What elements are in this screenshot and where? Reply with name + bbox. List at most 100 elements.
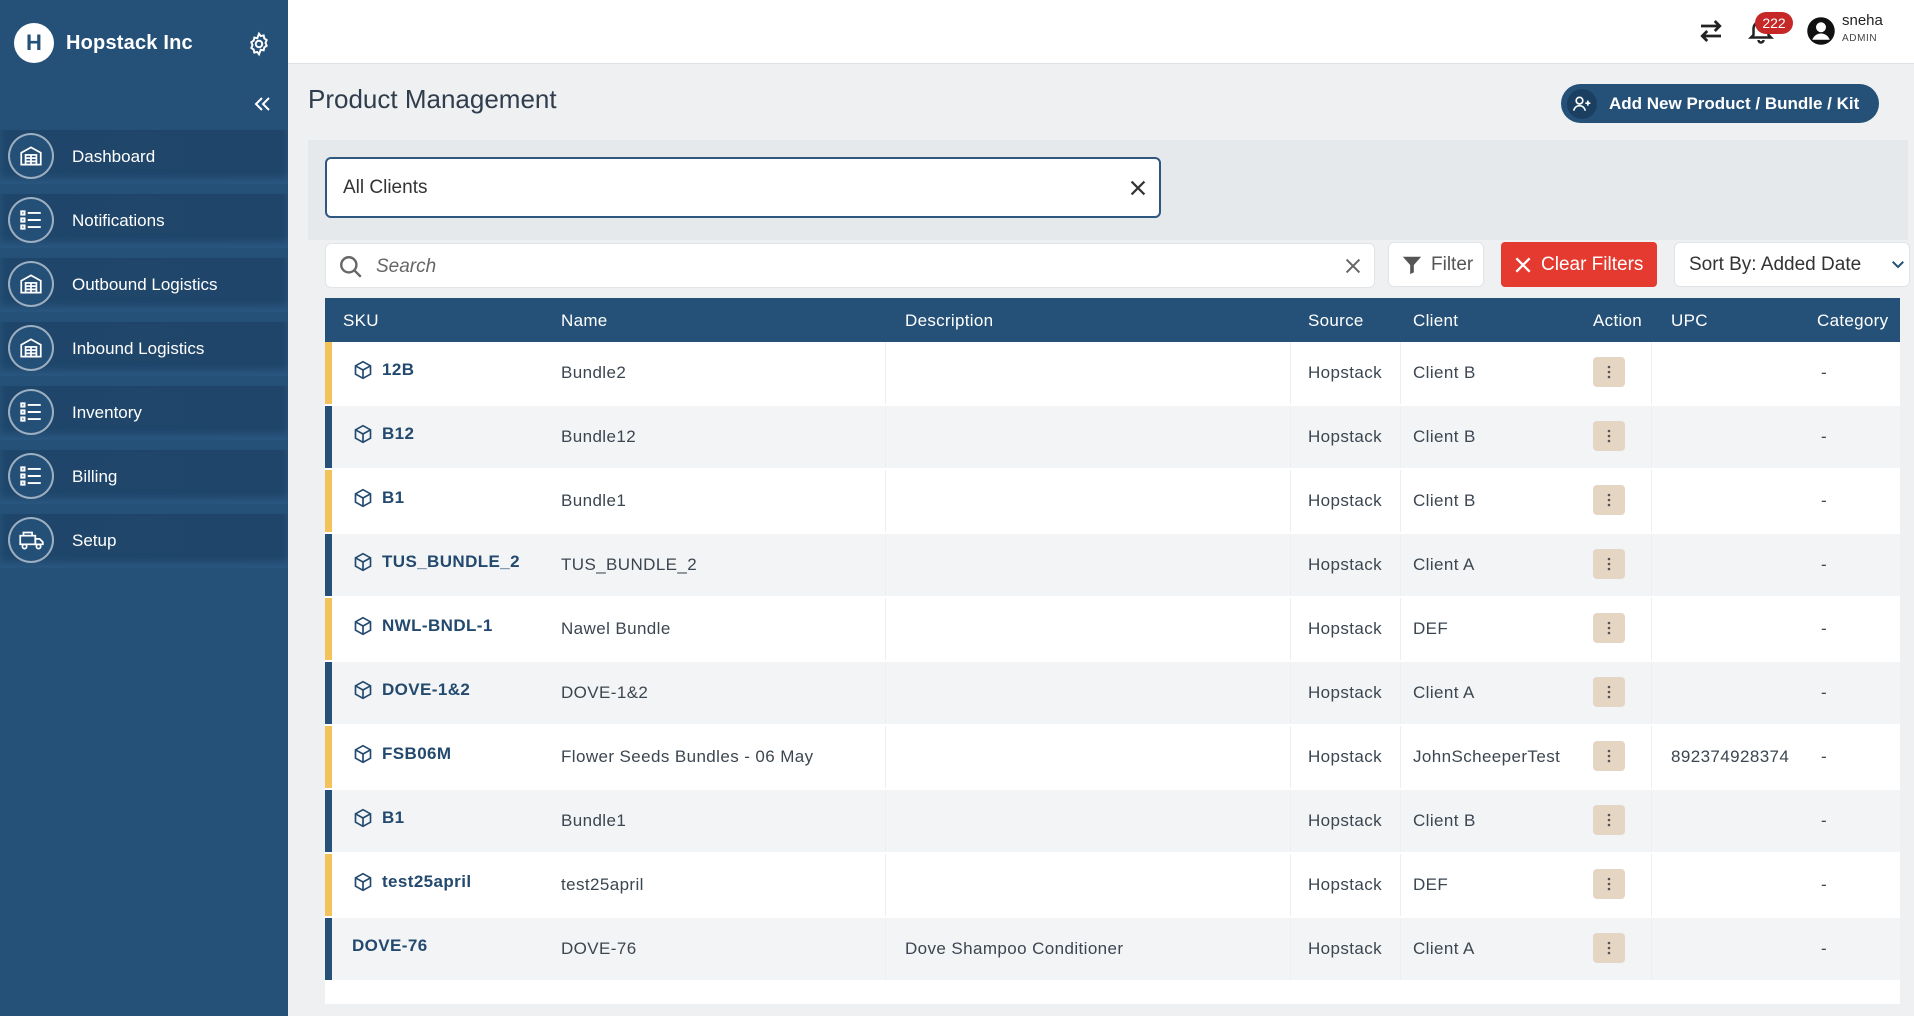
table-row[interactable]: DOVE-1&2 DOVE-1&2 Hopstack Client A -	[325, 662, 1900, 724]
category-cell: -	[1821, 875, 1828, 894]
sku-cell[interactable]: FSB06M	[353, 744, 451, 764]
cube-icon	[354, 552, 372, 572]
sku-text: DOVE-1&2	[382, 680, 471, 699]
table-row[interactable]: B12 Bundle12 Hopstack Client B -	[325, 406, 1900, 468]
column-header-client[interactable]: Client	[1413, 311, 1458, 331]
row-action-button[interactable]	[1593, 357, 1625, 387]
search-input[interactable]	[374, 250, 1278, 284]
truck-icon	[8, 517, 54, 563]
sku-cell[interactable]: DOVE-1&2	[353, 680, 470, 700]
table-row[interactable]: B1 Bundle1 Hopstack Client B -	[325, 470, 1900, 532]
sku-cell[interactable]: NWL-BNDL-1	[353, 616, 493, 636]
more-vertical-icon	[1607, 621, 1611, 635]
sku-cell[interactable]: B1	[353, 808, 405, 828]
row-status-stripe	[325, 342, 332, 404]
category-cell: -	[1821, 619, 1828, 638]
column-divider	[1651, 854, 1652, 916]
sidebar-item-outbound-logistics[interactable]: Outbound Logistics	[0, 258, 288, 312]
gear-icon[interactable]	[246, 31, 272, 57]
product-table: SKU Name Description Source Client Action UPC C…	[325, 298, 1900, 1004]
close-icon[interactable]	[1127, 177, 1149, 199]
column-header-upc[interactable]: UPC	[1671, 311, 1708, 331]
cube-icon	[354, 360, 372, 380]
column-header-description[interactable]: Description	[905, 311, 993, 331]
sidebar-item-billing[interactable]: Billing	[0, 450, 288, 504]
table-row[interactable]: test25april test25april Hopstack DEF -	[325, 854, 1900, 916]
more-vertical-icon	[1607, 365, 1611, 379]
row-action-button[interactable]	[1593, 421, 1625, 451]
column-divider	[1400, 598, 1401, 660]
table-row[interactable]: TUS_BUNDLE_2 TUS_BUNDLE_2 Hopstack Client A…	[325, 534, 1900, 596]
clear-search-icon[interactable]	[1342, 255, 1364, 277]
category-cell: -	[1821, 491, 1828, 510]
sku-cell[interactable]: DOVE-76	[352, 936, 428, 956]
client-select[interactable]: All Clients	[325, 157, 1161, 218]
column-header-action[interactable]: Action	[1593, 311, 1642, 331]
clear-filters-button[interactable]: Clear Filters	[1501, 242, 1657, 287]
add-new-product-label: Add New Product / Bundle / Kit	[1609, 93, 1860, 113]
add-new-product-button[interactable]: Add New Product / Bundle / Kit	[1561, 84, 1879, 123]
sidebar-item-inventory[interactable]: Inventory	[0, 386, 288, 440]
topbar: 222 sneha ADMIN	[288, 0, 1914, 64]
column-header-sku[interactable]: SKU	[343, 311, 379, 331]
user-info[interactable]: sneha ADMIN	[1842, 13, 1883, 44]
row-action-button[interactable]	[1593, 805, 1625, 835]
sort-dropdown[interactable]: Sort By: Added Date	[1674, 242, 1910, 287]
source-cell: Hopstack	[1308, 811, 1383, 830]
add-user-icon	[1567, 89, 1597, 119]
table-header: SKU Name Description Source Client Action UPC C…	[325, 298, 1900, 342]
row-status-stripe	[325, 918, 332, 980]
row-action-button[interactable]	[1593, 613, 1625, 643]
row-action-button[interactable]	[1593, 485, 1625, 515]
row-status-stripe	[325, 790, 332, 852]
user-avatar-icon[interactable]	[1806, 16, 1836, 46]
more-vertical-icon	[1607, 877, 1611, 891]
row-status-stripe	[325, 598, 332, 660]
description-cell: Dove Shampoo Conditioner	[905, 939, 1124, 958]
brand[interactable]: H Hopstack Inc	[14, 22, 193, 64]
table-row[interactable]: NWL-BNDL-1 Nawel Bundle Hopstack DEF -	[325, 598, 1900, 660]
name-cell: TUS_BUNDLE_2	[561, 555, 698, 574]
category-cell: -	[1821, 555, 1828, 574]
row-action-button[interactable]	[1593, 869, 1625, 899]
sidebar-item-inbound-logistics[interactable]: Inbound Logistics	[0, 322, 288, 376]
sidebar-item-setup[interactable]: Setup	[0, 514, 288, 568]
row-action-button[interactable]	[1593, 933, 1625, 963]
sku-cell[interactable]: B1	[353, 488, 405, 508]
sku-cell[interactable]: 12B	[353, 360, 414, 380]
filter-button[interactable]: Filter	[1388, 242, 1484, 287]
sku-cell[interactable]: TUS_BUNDLE_2	[353, 552, 520, 572]
search-box	[325, 243, 1375, 288]
warehouse-icon	[8, 261, 54, 307]
column-divider	[1400, 662, 1401, 724]
sidebar-item-dashboard[interactable]: Dashboard	[0, 130, 288, 184]
category-cell: -	[1821, 747, 1828, 766]
cube-icon	[354, 744, 372, 764]
column-header-source[interactable]: Source	[1308, 311, 1364, 331]
table-row[interactable]: DOVE-76 DOVE-76 Dove Shampoo Conditioner Ho…	[325, 918, 1900, 980]
name-cell: Bundle2	[561, 363, 627, 382]
column-header-name[interactable]: Name	[561, 311, 608, 331]
column-divider	[1651, 918, 1652, 980]
more-vertical-icon	[1607, 813, 1611, 827]
row-status-stripe	[325, 662, 332, 724]
row-action-button[interactable]	[1593, 677, 1625, 707]
table-row[interactable]: 12B Bundle2 Hopstack Client B -	[325, 342, 1900, 404]
double-chevron-left-icon[interactable]	[250, 92, 274, 116]
sku-cell[interactable]: B12	[353, 424, 414, 444]
category-cell: -	[1821, 811, 1828, 830]
source-cell: Hopstack	[1308, 683, 1383, 702]
list-icon	[8, 453, 54, 499]
column-divider	[1290, 470, 1291, 532]
table-row[interactable]: B1 Bundle1 Hopstack Client B -	[325, 790, 1900, 852]
row-action-button[interactable]	[1593, 741, 1625, 771]
table-row[interactable]: FSB06M Flower Seeds Bundles - 06 May Hopst…	[325, 726, 1900, 788]
sidebar-item-label: Outbound Logistics	[72, 275, 218, 294]
sidebar-item-notifications[interactable]: Notifications	[0, 194, 288, 248]
column-divider	[885, 406, 886, 468]
sku-cell[interactable]: test25april	[353, 872, 471, 892]
swap-arrows-icon[interactable]	[1696, 16, 1726, 46]
row-action-button[interactable]	[1593, 549, 1625, 579]
brand-name: Hopstack Inc	[66, 31, 193, 54]
column-header-category[interactable]: Category	[1817, 311, 1888, 331]
